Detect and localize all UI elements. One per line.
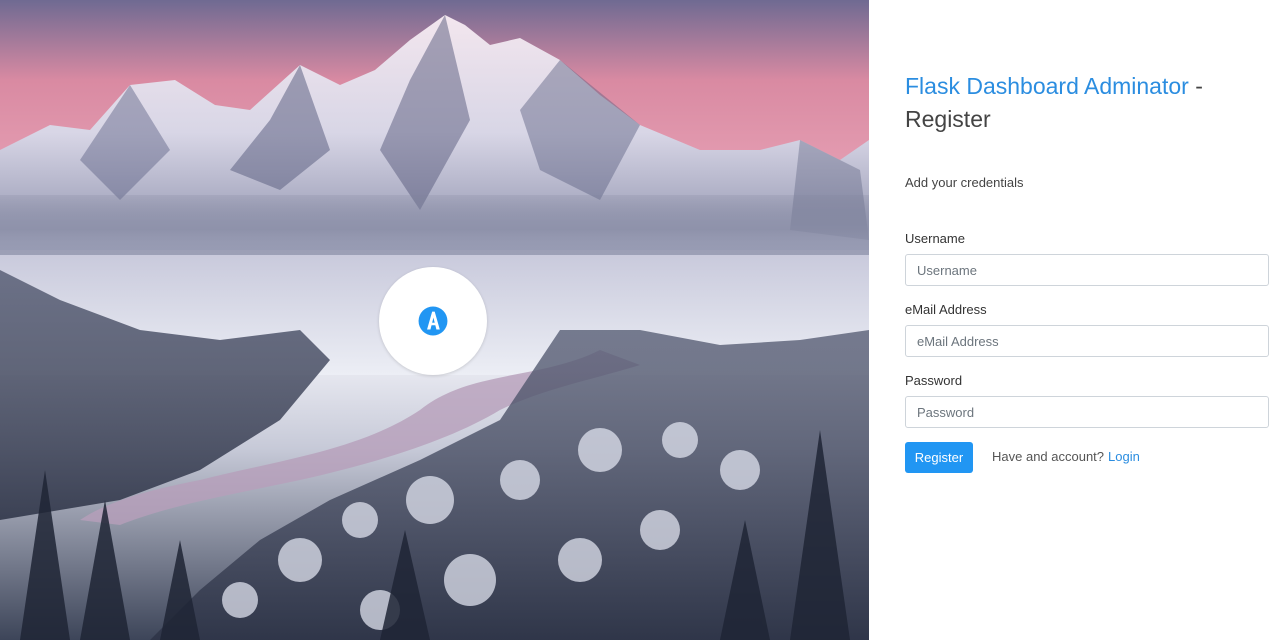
logo-badge — [379, 267, 487, 375]
register-panel: Flask Dashboard Adminator - Register Add… — [869, 0, 1280, 640]
password-label: Password — [905, 373, 963, 388]
login-link[interactable]: Login — [1108, 449, 1140, 464]
register-page: Flask Dashboard Adminator - Register Add… — [0, 0, 1280, 640]
hero-landscape-image — [0, 0, 869, 640]
login-prompt: Have and account? Login — [992, 449, 1140, 464]
register-button[interactable]: Register — [905, 442, 973, 473]
username-label: Username — [905, 231, 965, 246]
page-name: Register — [905, 106, 991, 132]
a-letter-logo-icon — [418, 306, 448, 336]
have-account-text: Have and account? — [992, 449, 1105, 464]
form-subtitle: Add your credentials — [905, 175, 1024, 190]
email-input[interactable] — [905, 325, 1269, 357]
page-title: Flask Dashboard Adminator - Register — [905, 70, 1235, 136]
password-input[interactable] — [905, 396, 1269, 428]
brand-name: Flask Dashboard Adminator — [905, 73, 1189, 99]
title-separator: - — [1188, 73, 1203, 99]
email-label: eMail Address — [905, 302, 987, 317]
username-input[interactable] — [905, 254, 1269, 286]
